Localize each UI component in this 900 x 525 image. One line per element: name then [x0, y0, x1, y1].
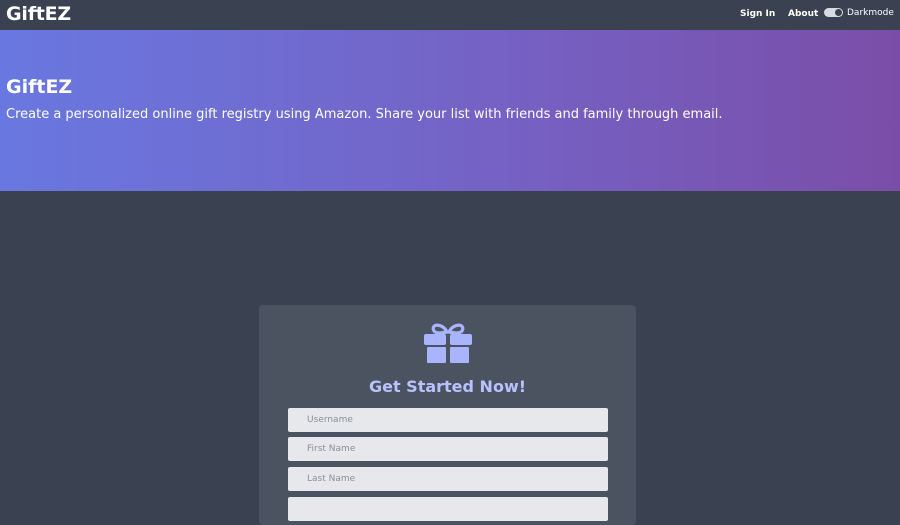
toggle-knob — [835, 9, 842, 16]
brand-logo[interactable]: GiftEZ — [6, 3, 71, 25]
sign-in-link[interactable]: Sign In — [740, 9, 775, 19]
about-link[interactable]: About — [788, 9, 818, 19]
email-field[interactable] — [288, 497, 608, 521]
last-name-field[interactable] — [288, 467, 608, 491]
hero-subtitle: Create a personalized online gift regist… — [6, 107, 723, 122]
gift-icon — [424, 323, 472, 363]
signup-card: Get Started Now! — [259, 305, 636, 525]
darkmode-label: Darkmode — [847, 8, 894, 18]
first-name-field[interactable] — [288, 437, 608, 461]
hero-title: GiftEZ — [6, 76, 73, 98]
hero-banner: GiftEZ Create a personalized online gift… — [0, 30, 900, 191]
card-title: Get Started Now! — [368, 377, 527, 396]
navbar: GiftEZ Sign In About Darkmode — [0, 0, 900, 30]
username-field[interactable] — [288, 408, 608, 432]
darkmode-toggle[interactable] — [824, 8, 843, 17]
